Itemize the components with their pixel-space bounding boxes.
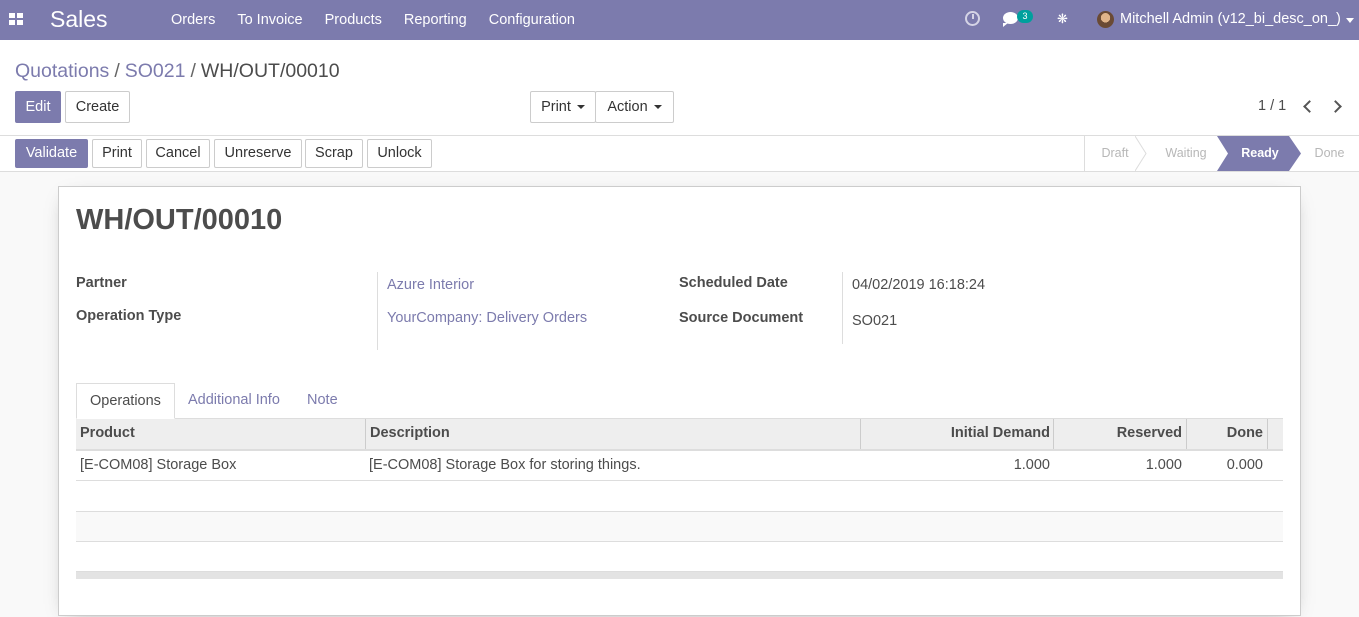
column-header-product[interactable]: Product	[80, 419, 135, 449]
caret-down-icon	[576, 105, 585, 110]
tab-operations[interactable]: Operations	[76, 383, 175, 419]
clock-icon[interactable]	[965, 11, 980, 26]
user-menu[interactable]: Mitchell Admin (v12_bi_desc_on_)	[1120, 11, 1341, 27]
control-panel: Quotations / SO021/WH/OUT/00010 Edit Creat…	[0, 40, 1359, 136]
cell-initial-demand: 1.000	[1013, 457, 1050, 473]
chat-icon[interactable]	[1003, 12, 1018, 27]
scheduled-date-label: Scheduled Date	[679, 275, 788, 291]
column-header-initial-demand[interactable]: Initial Demand	[860, 419, 1050, 449]
menu-item-reporting[interactable]: Reporting	[404, 0, 467, 40]
operation-type-label: Operation Type	[76, 308, 182, 324]
table-row-empty	[76, 542, 1283, 572]
column-header-reserved[interactable]: Reserved	[1053, 419, 1182, 449]
cell-done: 0.000	[1226, 457, 1263, 473]
menu-item-products[interactable]: Products	[325, 0, 382, 40]
table-row[interactable]: [E-COM08] Storage Box [E-COM08] Storage …	[76, 451, 1283, 481]
column-separator	[1267, 419, 1268, 449]
tab-additional-info[interactable]: Additional Info	[175, 383, 293, 419]
pager-value[interactable]: 1 / 1	[1258, 98, 1286, 114]
menu-item-to-invoice[interactable]: To Invoice	[237, 0, 302, 40]
action-dropdown-label: Action	[607, 99, 648, 115]
cancel-button[interactable]: Cancel	[146, 139, 210, 168]
action-dropdown-button[interactable]: Action	[595, 91, 674, 123]
table-header: Product Description Initial Demand Reser…	[76, 419, 1283, 451]
breadcrumb: Quotations / SO021/WH/OUT/00010	[15, 60, 340, 83]
table-row-empty	[76, 482, 1283, 512]
source-document-value: SO021	[852, 313, 898, 329]
breadcrumb-separator: /	[114, 60, 120, 82]
apps-grid-icon[interactable]	[9, 13, 23, 25]
app-brand[interactable]: Sales	[50, 6, 108, 33]
validate-button[interactable]: Validate	[15, 139, 88, 168]
unreserve-button[interactable]: Unreserve	[214, 139, 302, 168]
status-bar: Validate Print Cancel Unreserve Scrap Un…	[0, 136, 1359, 172]
scheduled-date-value: 04/02/2019 16:18:24	[852, 277, 986, 293]
field-divider	[842, 272, 843, 344]
stage-ready: Ready	[1241, 146, 1279, 160]
messages-count-badge: 3	[1017, 10, 1033, 23]
menu-item-orders[interactable]: Orders	[171, 0, 215, 40]
breadcrumb-so021[interactable]: SO021	[125, 60, 186, 82]
scrap-button[interactable]: Scrap	[305, 139, 363, 168]
stage-waiting: Waiting	[1165, 146, 1207, 160]
cell-reserved: 1.000	[1145, 457, 1182, 473]
breadcrumb-quotations[interactable]: Quotations	[15, 60, 109, 82]
table-footer	[76, 572, 1283, 579]
breadcrumb-separator: /	[190, 60, 196, 82]
menu-item-configuration[interactable]: Configuration	[489, 0, 575, 40]
column-separator	[365, 419, 366, 449]
edit-button[interactable]: Edit	[15, 91, 61, 123]
main-menu: Orders To Invoice Products Reporting Con…	[171, 0, 597, 40]
print-dropdown-button[interactable]: Print	[530, 91, 596, 123]
column-header-description[interactable]: Description	[370, 419, 450, 449]
print-button[interactable]: Print	[92, 139, 142, 168]
source-document-label: Source Document	[679, 310, 804, 326]
tab-note[interactable]: Note	[294, 383, 351, 419]
create-button[interactable]: Create	[65, 91, 130, 123]
print-dropdown-label: Print	[541, 99, 571, 115]
stage-done: Done	[1314, 146, 1345, 160]
cell-description: [E-COM08] Storage Box for storing things…	[369, 457, 641, 473]
field-divider	[377, 272, 378, 350]
table-row-empty	[76, 512, 1283, 542]
operation-type-link[interactable]: YourCompany: Delivery Orders	[387, 310, 587, 326]
caret-down-icon	[653, 105, 662, 110]
cell-product: [E-COM08] Storage Box	[80, 457, 237, 473]
partner-link[interactable]: Azure Interior	[387, 277, 474, 293]
bug-icon[interactable]: ❋	[1057, 12, 1068, 26]
column-header-done[interactable]: Done	[1186, 419, 1263, 449]
unlock-button[interactable]: Unlock	[367, 139, 432, 168]
record-title: WH/OUT/00010	[76, 204, 283, 236]
partner-label: Partner	[76, 275, 127, 291]
breadcrumb-current: WH/OUT/00010	[200, 60, 340, 82]
avatar[interactable]	[1097, 11, 1114, 28]
top-navbar: Sales Orders To Invoice Products Reporti…	[0, 0, 1359, 40]
chevron-down-icon[interactable]	[1346, 18, 1354, 23]
